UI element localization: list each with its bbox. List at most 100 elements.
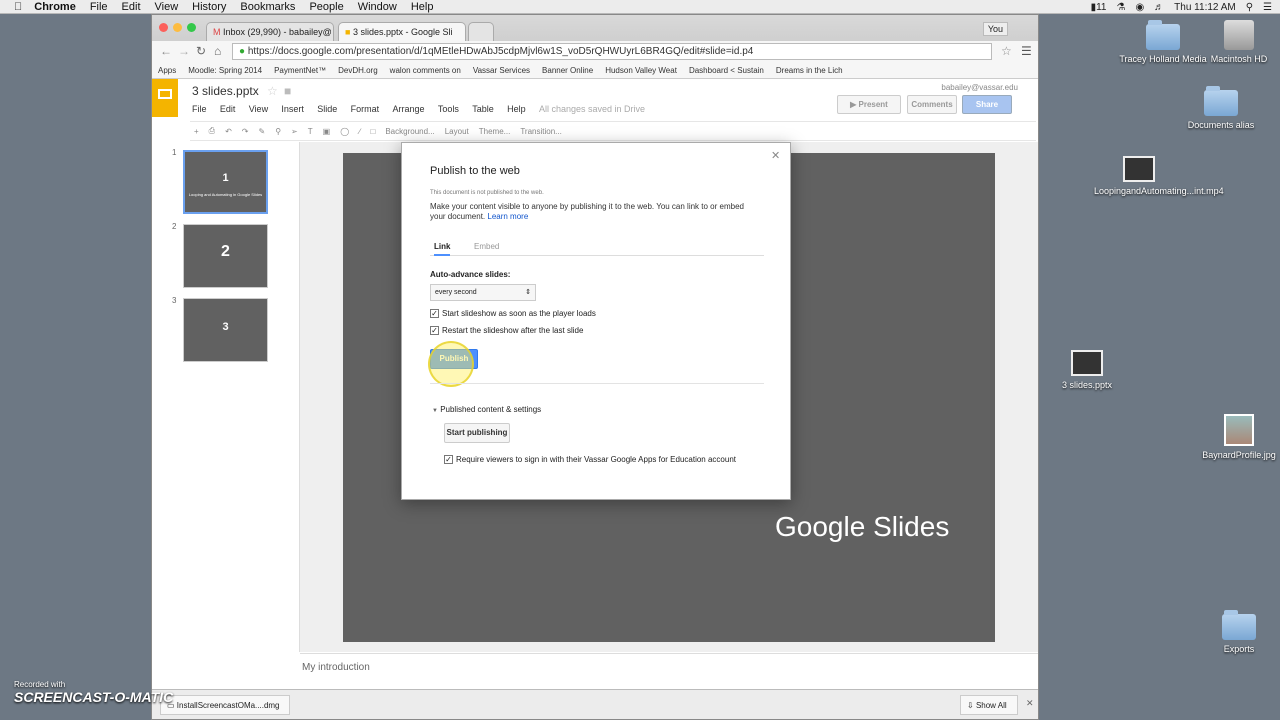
start-on-load-checkbox[interactable]: ✓ bbox=[430, 309, 439, 319]
bookmark-devdh[interactable]: DevDH.org bbox=[338, 66, 378, 75]
menu-view[interactable]: View bbox=[155, 1, 179, 13]
comments-button[interactable]: Comments bbox=[907, 95, 957, 114]
doc-menu-insert[interactable]: Insert bbox=[281, 104, 304, 114]
url-field[interactable]: ● https://docs.google.com/presentation/d… bbox=[232, 43, 992, 60]
restart-checkbox[interactable]: ✓ bbox=[430, 326, 439, 336]
textbox-icon[interactable]: T bbox=[308, 127, 313, 136]
user-email[interactable]: babailey@vassar.edu bbox=[941, 83, 1018, 92]
close-downloads-icon[interactable]: ✕ bbox=[1026, 698, 1034, 709]
folder-icon[interactable]: ■ bbox=[284, 84, 291, 98]
require-signin-checkbox[interactable]: ✓ bbox=[444, 455, 453, 465]
menu-help[interactable]: Help bbox=[411, 1, 434, 13]
speaker-notes[interactable]: My introduction bbox=[300, 653, 1038, 689]
doc-menu-slide[interactable]: Slide bbox=[317, 104, 337, 114]
desktop-macintosh-hd[interactable]: Macintosh HD bbox=[1194, 20, 1280, 64]
bookmark-vassar-services[interactable]: Vassar Services bbox=[473, 66, 530, 75]
doc-menu-format[interactable]: Format bbox=[351, 104, 380, 114]
present-button[interactable]: ▶ Present bbox=[837, 95, 901, 114]
learn-more-link[interactable]: Learn more bbox=[487, 212, 528, 221]
bookmark-paymentnet[interactable]: PaymentNet™ bbox=[274, 66, 326, 75]
slide-thumbnail-3[interactable]: 3 bbox=[183, 298, 268, 362]
doc-menu-edit[interactable]: Edit bbox=[220, 104, 236, 114]
menu-file[interactable]: File bbox=[90, 1, 108, 13]
doc-menu-table[interactable]: Table bbox=[472, 104, 494, 114]
doc-menu-view[interactable]: View bbox=[249, 104, 268, 114]
share-button[interactable]: Share bbox=[962, 95, 1012, 114]
comment-icon[interactable]: □ bbox=[371, 127, 376, 136]
slide-thumbnail-1[interactable]: 1 Looping and Automating in Google Slide… bbox=[183, 150, 268, 214]
minimize-window-button[interactable] bbox=[173, 23, 182, 32]
redo-icon[interactable]: ↷ bbox=[242, 127, 249, 136]
menu-history[interactable]: History bbox=[192, 1, 226, 13]
doc-menu-file[interactable]: File bbox=[192, 104, 207, 114]
chrome-menu-icon[interactable]: ☰ bbox=[1021, 44, 1032, 58]
desktop-video-file[interactable]: LoopingandAutomating...int.mp4 bbox=[1094, 156, 1224, 196]
new-slide-icon[interactable]: + bbox=[194, 127, 199, 136]
line-icon[interactable]: ∕ bbox=[359, 127, 360, 136]
wifi-icon[interactable]: ◉ bbox=[1135, 2, 1144, 13]
doc-title[interactable]: 3 slides.pptx bbox=[192, 84, 259, 98]
slide-title-text[interactable]: Google Slides bbox=[775, 511, 949, 543]
home-icon[interactable]: ⌂ bbox=[214, 44, 221, 58]
select-icon[interactable]: ➢ bbox=[291, 127, 298, 136]
desktop-documents-alias[interactable]: Documents alias bbox=[1176, 86, 1266, 130]
theme-button[interactable]: Theme... bbox=[479, 127, 511, 136]
bookmark-dreams[interactable]: Dreams in the Lich bbox=[776, 66, 843, 75]
tab-link[interactable]: Link bbox=[434, 242, 451, 256]
new-tab-button[interactable] bbox=[468, 22, 494, 41]
published-section-toggle[interactable]: ▼ Published content & settings bbox=[432, 405, 541, 414]
menu-bookmarks[interactable]: Bookmarks bbox=[240, 1, 295, 13]
bookmark-moodle[interactable]: Moodle: Spring 2014 bbox=[188, 66, 262, 75]
tab-gmail[interactable]: M Inbox (29,990) - babailey@ bbox=[206, 22, 334, 41]
notifications-icon[interactable]: ☰ bbox=[1263, 2, 1272, 13]
apple-icon[interactable]:  bbox=[14, 1, 22, 13]
star-icon[interactable]: ☆ bbox=[267, 84, 278, 98]
download-item[interactable]: ▭ InstallScreencastOMa....dmg bbox=[160, 695, 290, 715]
shape-icon[interactable]: ◯ bbox=[340, 127, 349, 136]
profile-button[interactable]: You bbox=[982, 22, 1008, 36]
desktop-exports-folder[interactable]: Exports bbox=[1194, 610, 1280, 654]
battery-status[interactable]: ▮11 bbox=[1091, 2, 1107, 13]
tab-slides[interactable]: ■ 3 slides.pptx - Google Sli bbox=[338, 22, 466, 41]
volume-icon[interactable]: ♬ bbox=[1154, 2, 1164, 13]
doc-menu-arrange[interactable]: Arrange bbox=[393, 104, 425, 114]
image-icon[interactable]: ▣ bbox=[323, 127, 331, 136]
start-publishing-button[interactable]: Start publishing bbox=[444, 423, 510, 443]
bookmark-walon[interactable]: walon comments on bbox=[390, 66, 461, 75]
paint-format-icon[interactable]: ✎ bbox=[258, 127, 265, 136]
desktop-jpg-file[interactable]: BaynardProfile.jpg bbox=[1194, 414, 1280, 460]
bookmark-dashboard[interactable]: Dashboard < Sustain bbox=[689, 66, 764, 75]
show-all-downloads-button[interactable]: ⇩ Show All bbox=[960, 695, 1018, 715]
close-dialog-icon[interactable]: ✕ bbox=[771, 149, 780, 162]
slides-home-icon[interactable] bbox=[152, 79, 178, 117]
reload-icon[interactable]: ↻ bbox=[196, 44, 206, 58]
zoom-icon[interactable]: ⚲ bbox=[275, 127, 281, 136]
bookmark-weather[interactable]: Hudson Valley Weat bbox=[605, 66, 677, 75]
slide-thumbnail-2[interactable]: 2 bbox=[183, 224, 268, 288]
layout-button[interactable]: Layout bbox=[445, 127, 469, 136]
transition-button[interactable]: Transition... bbox=[520, 127, 562, 136]
spotlight-icon[interactable]: ⚲ bbox=[1246, 2, 1253, 13]
tab-embed[interactable]: Embed bbox=[474, 242, 499, 251]
forward-icon[interactable]: → bbox=[178, 44, 190, 58]
back-icon[interactable]: ← bbox=[160, 44, 172, 58]
doc-menu-help[interactable]: Help bbox=[507, 104, 526, 114]
zoom-window-button[interactable] bbox=[187, 23, 196, 32]
bookmark-apps[interactable]: Apps bbox=[158, 66, 176, 75]
close-window-button[interactable] bbox=[159, 23, 168, 32]
app-menu[interactable]: Chrome bbox=[34, 1, 76, 13]
recording-watermark: Recorded with SCREENCAST-O-MATIC bbox=[14, 680, 174, 705]
menu-people[interactable]: People bbox=[309, 1, 343, 13]
bookmark-star-icon[interactable]: ☆ bbox=[1001, 44, 1012, 58]
undo-icon[interactable]: ↶ bbox=[225, 127, 232, 136]
desktop-pptx-file[interactable]: 3 slides.pptx bbox=[1042, 350, 1132, 390]
bookmark-banner[interactable]: Banner Online bbox=[542, 66, 593, 75]
background-button[interactable]: Background... bbox=[385, 127, 434, 136]
menu-window[interactable]: Window bbox=[358, 1, 397, 13]
print-icon[interactable]: ⎙ bbox=[209, 126, 215, 136]
menu-edit[interactable]: Edit bbox=[122, 1, 141, 13]
clock[interactable]: Thu 11:12 AM bbox=[1174, 2, 1236, 13]
auto-advance-select[interactable]: every second ⇕ bbox=[430, 284, 536, 301]
bluetooth-icon[interactable]: ⚗ bbox=[1116, 2, 1125, 13]
doc-menu-tools[interactable]: Tools bbox=[438, 104, 459, 114]
